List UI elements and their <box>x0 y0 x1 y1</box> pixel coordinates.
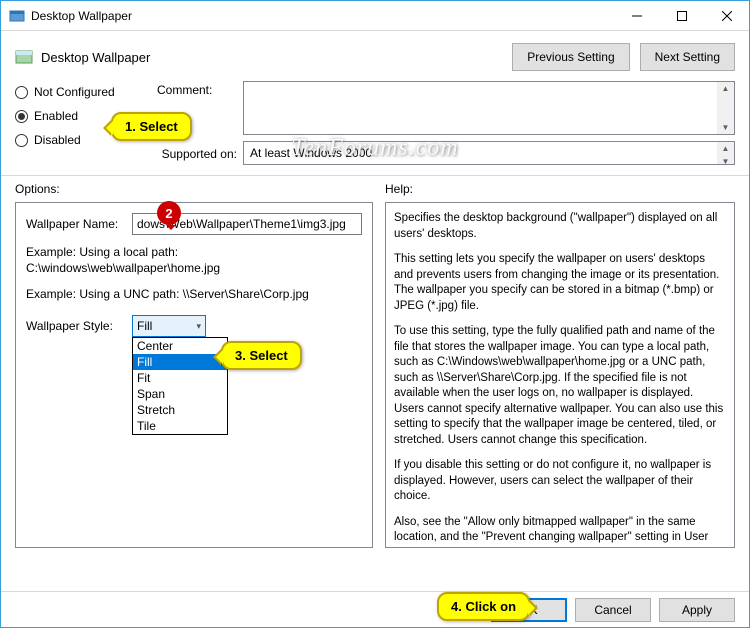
radio-icon <box>15 86 28 99</box>
dropdown-item[interactable]: Stretch <box>133 402 227 418</box>
options-panel: Wallpaper Name: Example: Using a local p… <box>15 202 373 548</box>
apply-button[interactable]: Apply <box>659 598 735 622</box>
comment-textarea[interactable]: ▲▼ <box>243 81 735 135</box>
annotation-callout-3: 3. Select <box>221 341 302 370</box>
app-icon <box>9 8 25 24</box>
close-button[interactable] <box>704 1 749 30</box>
dialog-button-bar: OK Cancel Apply <box>1 591 749 627</box>
minimize-button[interactable] <box>614 1 659 30</box>
radio-icon <box>15 134 28 147</box>
help-label: Help: <box>385 182 735 196</box>
dropdown-item[interactable]: Span <box>133 386 227 402</box>
annotation-callout-4: 4. Click on <box>437 592 530 621</box>
example-unc: Example: Using a UNC path: \\Server\Shar… <box>26 287 362 301</box>
wallpaper-style-select[interactable]: Fill ▾ <box>132 315 206 337</box>
radio-not-configured[interactable]: Not Configured <box>15 85 147 99</box>
window-title: Desktop Wallpaper <box>31 9 614 23</box>
scrollbar[interactable]: ▲▼ <box>717 82 734 134</box>
titlebar: Desktop Wallpaper <box>1 1 749 31</box>
example-local-value: C:\windows\web\wallpaper\home.jpg <box>26 261 362 275</box>
supported-on-label: Supported on: <box>157 145 237 161</box>
dropdown-item[interactable]: Tile <box>133 418 227 434</box>
help-panel: Specifies the desktop background ("wallp… <box>385 202 735 548</box>
supported-on-value: At least Windows 2000 ▲▼ <box>243 141 735 165</box>
wallpaper-style-label: Wallpaper Style: <box>26 319 128 333</box>
cancel-button[interactable]: Cancel <box>575 598 651 622</box>
annotation-badge-2: 2 <box>157 201 181 225</box>
options-label: Options: <box>15 182 373 196</box>
page-title: Desktop Wallpaper <box>15 48 502 66</box>
chevron-down-icon: ▾ <box>196 321 201 332</box>
scrollbar[interactable]: ▲▼ <box>717 142 734 164</box>
dropdown-item[interactable]: Fit <box>133 370 227 386</box>
maximize-button[interactable] <box>659 1 704 30</box>
wallpaper-icon <box>15 48 33 66</box>
annotation-callout-1: 1. Select <box>111 112 192 141</box>
next-setting-button[interactable]: Next Setting <box>640 43 735 71</box>
wallpaper-name-label: Wallpaper Name: <box>26 217 128 231</box>
radio-icon <box>15 110 28 123</box>
previous-setting-button[interactable]: Previous Setting <box>512 43 629 71</box>
example-local-label: Example: Using a local path: <box>26 245 362 259</box>
header-title-text: Desktop Wallpaper <box>41 50 150 65</box>
